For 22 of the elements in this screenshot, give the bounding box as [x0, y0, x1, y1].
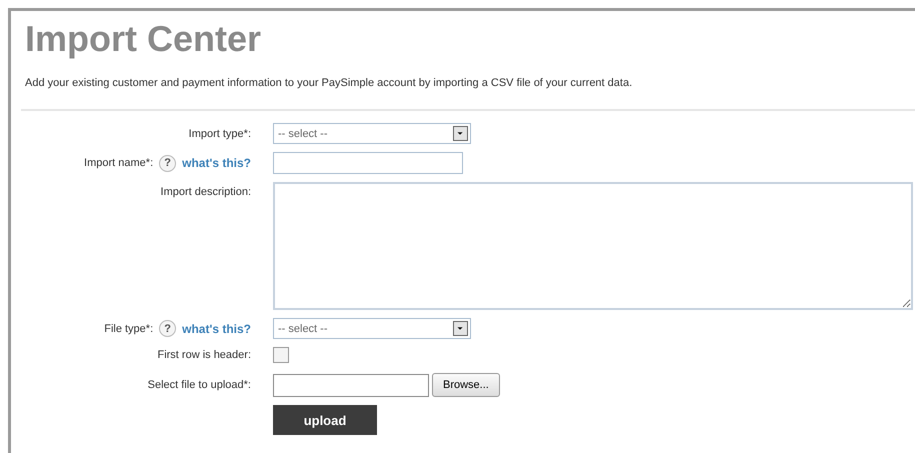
browse-button[interactable]: Browse...	[432, 373, 500, 397]
field-label: Import name*:	[84, 157, 154, 169]
help-icon[interactable]: ?	[159, 154, 176, 172]
checkbox[interactable]	[273, 347, 289, 363]
upload-button[interactable]: upload	[273, 405, 377, 435]
help-icon[interactable]: ?	[159, 320, 176, 337]
description-text: Add your existing customer and payment information to your PaySimple account by importing a CSV file of your current data.	[25, 77, 634, 89]
textarea-field[interactable]	[273, 182, 913, 310]
field-label: File type*:	[104, 322, 154, 334]
field-label: First row is header:	[157, 349, 251, 361]
field-label: Import description:	[160, 185, 251, 198]
select-field[interactable]: -- select --	[273, 318, 471, 339]
file-field[interactable]	[273, 374, 429, 396]
whats-this-link[interactable]: what's this?	[182, 322, 251, 336]
select-field[interactable]: -- select --	[273, 123, 471, 144]
caret-icon	[453, 321, 468, 336]
field-label: Import type*:	[188, 128, 251, 140]
whats-this-link[interactable]: what's this?	[182, 156, 251, 170]
field-label: Select file to upload*:	[148, 379, 251, 391]
page-title: Import Center	[25, 17, 262, 61]
caret-icon	[453, 126, 468, 141]
input-field[interactable]	[273, 152, 463, 174]
